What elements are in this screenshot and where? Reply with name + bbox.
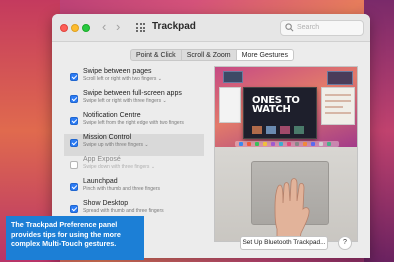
caption-line-2: provides tips for using the more bbox=[11, 229, 121, 239]
preview-tv-window: ONES TO WATCH bbox=[243, 87, 317, 139]
tab-scroll-and-zoom[interactable]: Scroll & Zoom bbox=[180, 50, 236, 60]
caption-line-1: The Trackpad Preference panel bbox=[11, 220, 118, 229]
title-bar: ‹ › Trackpad Search bbox=[52, 14, 370, 42]
option-swipe-between-full-screen-apps[interactable]: Swipe between full-screen apps Swipe lef… bbox=[68, 90, 206, 112]
preview-mission-control-screen: ONES TO WATCH bbox=[215, 67, 357, 147]
preview-window bbox=[321, 87, 355, 125]
checkbox[interactable] bbox=[70, 139, 78, 147]
option-app-expose[interactable]: App Exposé Swipe down with three fingers… bbox=[68, 156, 206, 178]
option-subtitle: Spread with thumb and three fingers bbox=[83, 208, 164, 214]
option-title: Swipe between pages bbox=[83, 68, 152, 75]
checkbox[interactable] bbox=[70, 161, 78, 169]
option-subtitle: Pinch with thumb and three fingers bbox=[83, 186, 160, 192]
option-launchpad[interactable]: Launchpad Pinch with thumb and three fin… bbox=[68, 178, 206, 200]
grid-icon[interactable] bbox=[136, 23, 145, 32]
search-icon bbox=[285, 23, 294, 32]
minimize-window-icon[interactable] bbox=[71, 24, 79, 32]
option-title: Notification Centre bbox=[83, 112, 141, 119]
setup-bluetooth-trackpad-button[interactable]: Set Up Bluetooth Trackpad... bbox=[240, 236, 328, 250]
option-title: Show Desktop bbox=[83, 200, 129, 207]
tab-point-and-click[interactable]: Point & Click bbox=[131, 50, 181, 60]
window-title: Trackpad bbox=[152, 21, 196, 32]
option-title: Launchpad bbox=[83, 178, 118, 185]
search-placeholder: Search bbox=[297, 24, 320, 31]
option-subtitle-dropdown[interactable]: Swipe up with three fingers ⌄ bbox=[83, 142, 149, 148]
option-mission-control[interactable]: Mission Control Swipe up with three fing… bbox=[64, 134, 204, 156]
checkbox[interactable] bbox=[70, 205, 78, 213]
checkbox[interactable] bbox=[70, 183, 78, 191]
search-input[interactable]: Search bbox=[280, 20, 364, 36]
option-subtitle-dropdown[interactable]: Scroll left or right with two fingers ⌄ bbox=[83, 76, 162, 82]
help-button[interactable]: ? bbox=[338, 236, 352, 250]
preview-thumbnail bbox=[280, 126, 290, 134]
preview-headline-line2: WATCH bbox=[252, 104, 291, 115]
preview-headline: ONES TO WATCH bbox=[252, 96, 300, 115]
hand-icon bbox=[274, 178, 310, 241]
option-notification-centre[interactable]: Notification Centre Swipe left from the … bbox=[68, 112, 206, 134]
close-window-icon[interactable] bbox=[60, 24, 68, 32]
caption-line-3: complex Multi-Touch gestures. bbox=[11, 239, 117, 249]
option-subtitle-dropdown[interactable]: Swipe left or right with three fingers ⌄ bbox=[83, 98, 167, 104]
checkbox[interactable] bbox=[70, 73, 78, 81]
preview-space-thumbnail bbox=[223, 71, 243, 83]
preview-window bbox=[219, 87, 241, 123]
article-caption: The Trackpad Preference panel provides t… bbox=[6, 216, 144, 260]
checkbox[interactable] bbox=[70, 95, 78, 103]
option-title: Swipe between full-screen apps bbox=[83, 90, 182, 97]
preview-space-thumbnail bbox=[327, 71, 353, 85]
option-subtitle-dropdown[interactable]: Swipe down with three fingers ⌄ bbox=[83, 164, 155, 170]
option-title: App Exposé bbox=[83, 156, 121, 163]
option-title: Mission Control bbox=[83, 134, 132, 141]
tab-more-gestures[interactable]: More Gestures bbox=[235, 50, 293, 60]
chevron-right-icon[interactable]: › bbox=[116, 20, 120, 34]
checkbox[interactable] bbox=[70, 117, 78, 125]
tab-bar: Point & Click Scroll & Zoom More Gesture… bbox=[130, 49, 294, 61]
preview-thumbnail bbox=[252, 126, 262, 134]
chevron-left-icon[interactable]: ‹ bbox=[102, 20, 106, 34]
preview-laptop-base bbox=[215, 147, 357, 241]
preview-thumbnail bbox=[294, 126, 304, 134]
option-swipe-between-pages[interactable]: Swipe between pages Scroll left or right… bbox=[68, 68, 206, 90]
gesture-preview-video: ONES TO WATCH bbox=[214, 66, 358, 242]
option-subtitle: Swipe left from the right edge with two … bbox=[83, 120, 184, 126]
preview-thumbnail bbox=[266, 126, 276, 134]
zoom-window-icon[interactable] bbox=[82, 24, 90, 32]
